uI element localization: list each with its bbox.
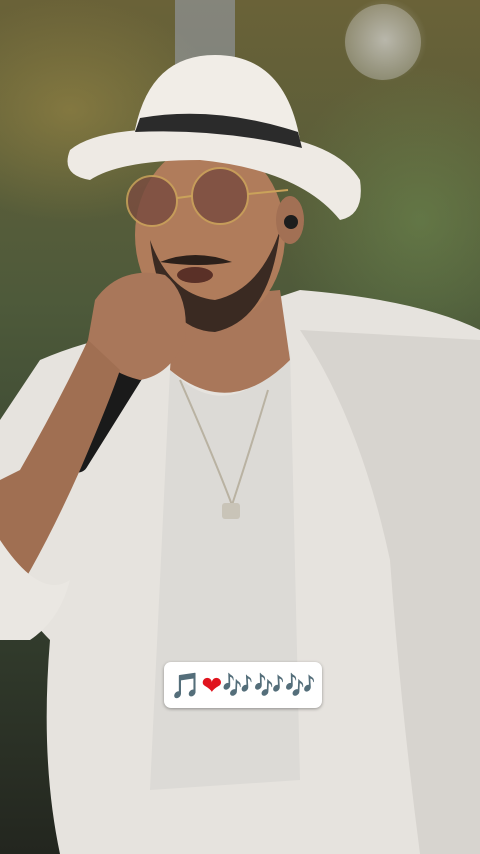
in-ear-monitor bbox=[284, 215, 298, 229]
musical-notes-icon: 🎶🎶🎶 bbox=[222, 670, 316, 700]
tank-top bbox=[150, 350, 300, 790]
sunglass-lens-right bbox=[191, 167, 249, 225]
music-heart-sticker: 🎵 ❤ 🎶🎶🎶 bbox=[164, 662, 322, 708]
video-frame[interactable]: 🎵 ❤ 🎶🎶🎶 bbox=[0, 0, 480, 854]
mouth bbox=[177, 267, 213, 283]
performer-image bbox=[0, 0, 480, 854]
stage-light bbox=[345, 4, 421, 80]
sunglass-lens-left bbox=[126, 175, 178, 227]
musical-note-icon: 🎵 bbox=[170, 670, 202, 700]
pendant bbox=[222, 503, 240, 519]
red-heart-icon: ❤ bbox=[201, 670, 223, 700]
